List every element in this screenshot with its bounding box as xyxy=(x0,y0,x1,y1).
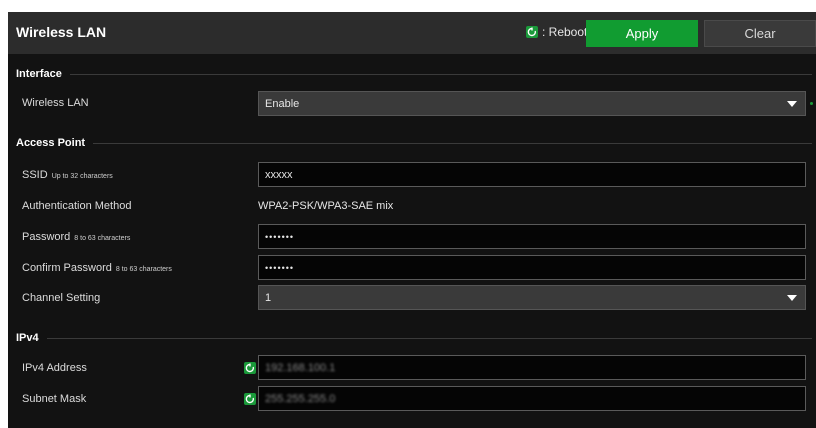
confirm-password-hint: 8 to 63 characters xyxy=(115,266,172,273)
section-interface: Interface xyxy=(16,68,812,80)
section-title: Access Point xyxy=(16,137,86,149)
apply-button[interactable]: Apply xyxy=(586,20,698,47)
confirm-password-input[interactable]: ••••••• xyxy=(258,255,806,280)
reboot-indicator-dot xyxy=(810,102,813,105)
wireless-lan-panel: Wireless LAN : Reboot Apply Clear Interf… xyxy=(8,12,816,428)
ssid-label-text: SSID xyxy=(22,169,48,181)
section-title: IPv4 xyxy=(16,332,39,344)
confirm-password-label-text: Confirm Password xyxy=(22,262,112,274)
ssid-label: SSID Up to 32 characters xyxy=(22,169,113,181)
ipv4-address-value: 192.168.100.1 xyxy=(265,361,336,374)
password-input[interactable]: ••••••• xyxy=(258,224,806,249)
password-label-text: Password xyxy=(22,231,71,243)
channel-setting-select[interactable]: 1 xyxy=(258,285,806,310)
subnet-mask-label: Subnet Mask xyxy=(22,393,87,405)
section-title: Interface xyxy=(16,68,62,80)
section-divider xyxy=(93,142,812,144)
reboot-icon xyxy=(244,393,256,405)
reboot-legend: : Reboot xyxy=(526,25,587,39)
section-divider xyxy=(69,73,812,75)
auth-method-label: Authentication Method xyxy=(22,200,132,212)
confirm-password-value: ••••••• xyxy=(265,262,295,273)
password-value: ••••••• xyxy=(265,231,295,242)
wireless-lan-label: Wireless LAN xyxy=(22,97,89,109)
chevron-down-icon xyxy=(787,295,797,301)
reboot-icon xyxy=(244,362,256,374)
ssid-hint: Up to 32 characters xyxy=(51,173,113,180)
chevron-down-icon xyxy=(787,101,797,107)
subnet-mask-input[interactable]: 255.255.255.0 xyxy=(258,386,806,411)
panel-header: Wireless LAN : Reboot Apply Clear xyxy=(8,12,816,54)
password-hint: 8 to 63 characters xyxy=(74,235,131,242)
clear-button[interactable]: Clear xyxy=(704,20,816,47)
ssid-input[interactable]: xxxxx xyxy=(258,162,806,187)
subnet-mask-value: 255.255.255.0 xyxy=(265,392,336,405)
password-label: Password 8 to 63 characters xyxy=(22,231,130,243)
section-ipv4: IPv4 xyxy=(16,332,812,344)
channel-setting-label: Channel Setting xyxy=(22,292,101,304)
wireless-lan-value: Enable xyxy=(265,97,300,110)
section-divider xyxy=(46,337,812,339)
ipv4-address-input[interactable]: 192.168.100.1 xyxy=(258,355,806,380)
wireless-lan-select[interactable]: Enable xyxy=(258,91,806,116)
section-access-point: Access Point xyxy=(16,137,812,149)
ssid-value: xxxxx xyxy=(265,168,293,181)
channel-setting-value: 1 xyxy=(265,291,272,304)
reboot-legend-label: : Reboot xyxy=(542,25,588,39)
ipv4-address-label: IPv4 Address xyxy=(22,362,87,374)
page-title: Wireless LAN xyxy=(16,24,107,40)
auth-method-value: WPA2-PSK/WPA3-SAE mix xyxy=(258,200,394,212)
reboot-icon xyxy=(526,26,538,38)
confirm-password-label: Confirm Password 8 to 63 characters xyxy=(22,262,172,274)
